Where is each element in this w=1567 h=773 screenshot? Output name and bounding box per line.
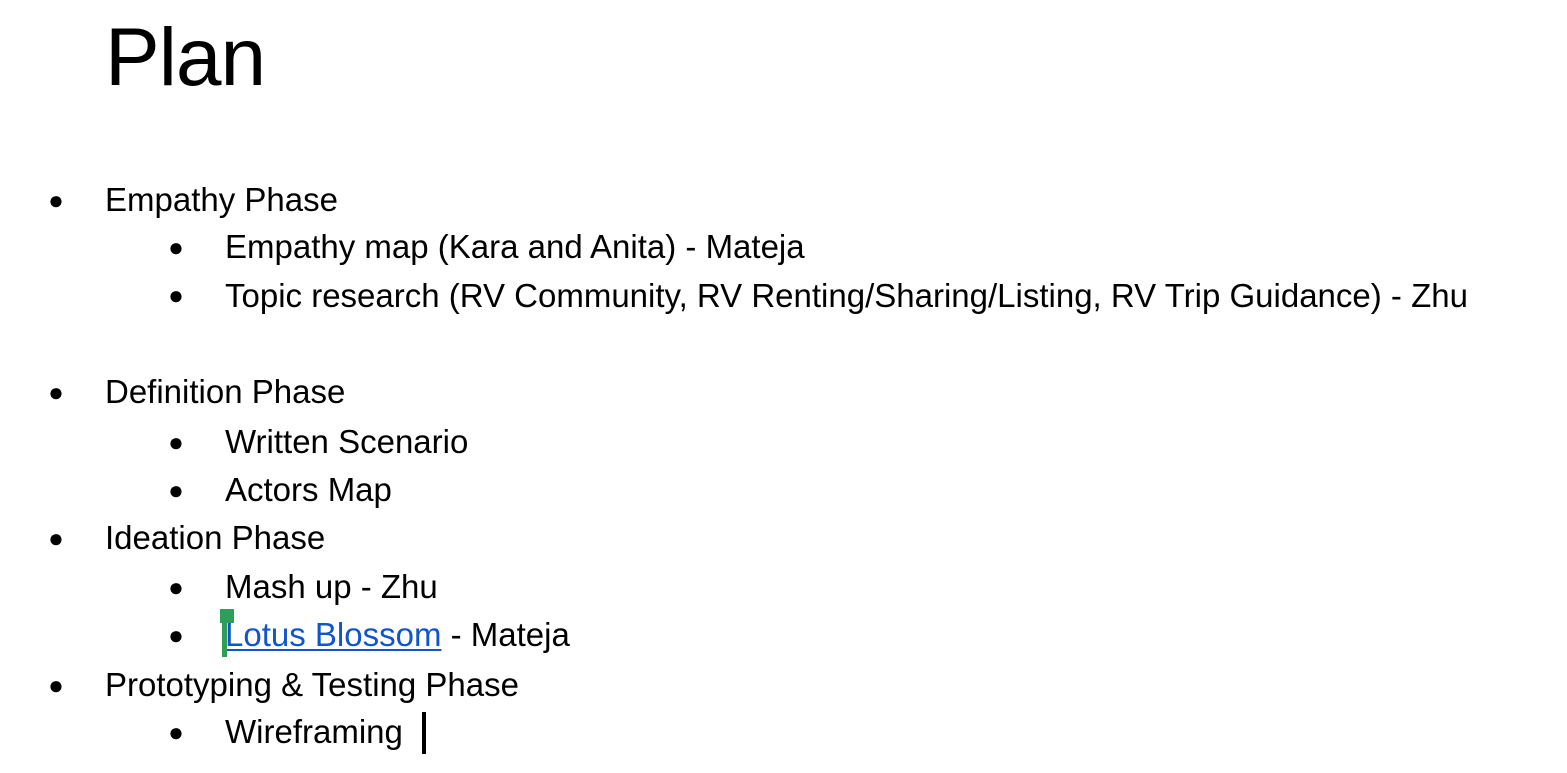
list-item-label: Empathy Phase <box>105 181 338 218</box>
list-item-label: Written Scenario <box>225 423 469 460</box>
bullet-icon: ● <box>168 475 184 505</box>
bullet-icon: ● <box>48 523 64 553</box>
bullet-icon: ● <box>168 280 184 310</box>
list-item-label: Empathy map (Kara and Anita) - Mateja <box>225 228 805 265</box>
bullet-icon: ● <box>168 232 184 262</box>
bullet-icon: ● <box>48 670 64 700</box>
bullet-icon: ● <box>48 377 64 407</box>
list-item-label: Wireframing <box>225 713 403 750</box>
bullet-icon: ● <box>168 427 184 457</box>
bullet-icon: ● <box>168 620 184 650</box>
list-item-label: Actors Map <box>225 471 392 508</box>
list-item-label: Definition Phase <box>105 373 346 410</box>
page-title: Plan <box>105 12 266 103</box>
text-caret <box>422 712 426 754</box>
collaborator-cursor <box>220 609 234 657</box>
list-item-content: Lotus Blossom - Mateja <box>225 611 570 659</box>
document-body[interactable]: Plan ● Empathy Phase ● Empathy map (Kara… <box>0 0 1567 773</box>
list-item-label: Ideation Phase <box>105 519 326 556</box>
bullet-icon: ● <box>168 717 184 747</box>
list-item-suffix: - Mateja <box>441 616 570 653</box>
bullet-icon: ● <box>48 185 64 215</box>
lotus-blossom-link[interactable]: Lotus Blossom <box>225 616 441 653</box>
bullet-icon: ● <box>168 572 184 602</box>
list-item-label: Mash up - Zhu <box>225 568 438 605</box>
list-item-label: Topic research (RV Community, RV Renting… <box>225 277 1468 314</box>
list-item-label: Prototyping & Testing Phase <box>105 666 519 703</box>
